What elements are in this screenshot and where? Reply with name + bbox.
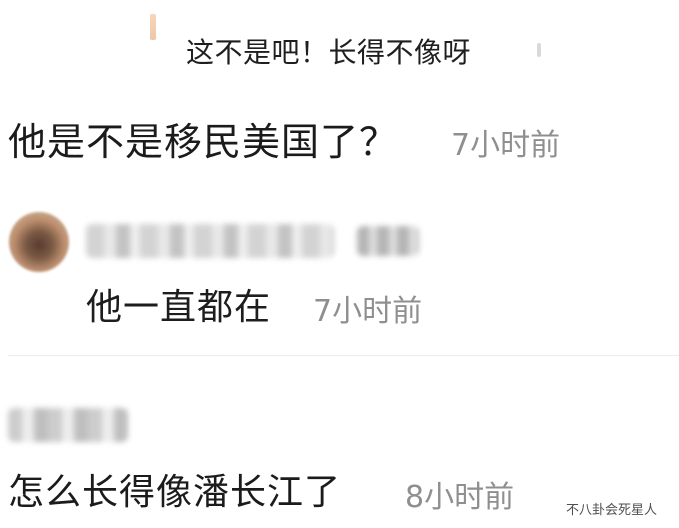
blurred-user-badge: [357, 226, 419, 256]
reply-1-time: 7小时前: [313, 294, 423, 329]
avatar[interactable]: [9, 212, 69, 272]
top-left-accent-bar: [150, 14, 156, 40]
comment-1-text: 他是不是移民美国了？: [8, 120, 399, 164]
blurred-username-2[interactable]: [8, 408, 128, 442]
reply-1-text: 他一直都在: [86, 287, 272, 328]
comment-2-text: 怎么长得像潘长江了: [8, 472, 342, 513]
divider: [8, 355, 679, 356]
comment-2-time: 8小时前: [405, 480, 515, 515]
watermark: 不八卦会死星人: [566, 503, 658, 518]
top-right-mark: [537, 43, 541, 57]
comment-1-time: 7小时前: [451, 128, 561, 163]
blurred-username[interactable]: [86, 224, 334, 258]
quoted-reply-text: 这不是吧！长得不像呀: [186, 36, 472, 69]
